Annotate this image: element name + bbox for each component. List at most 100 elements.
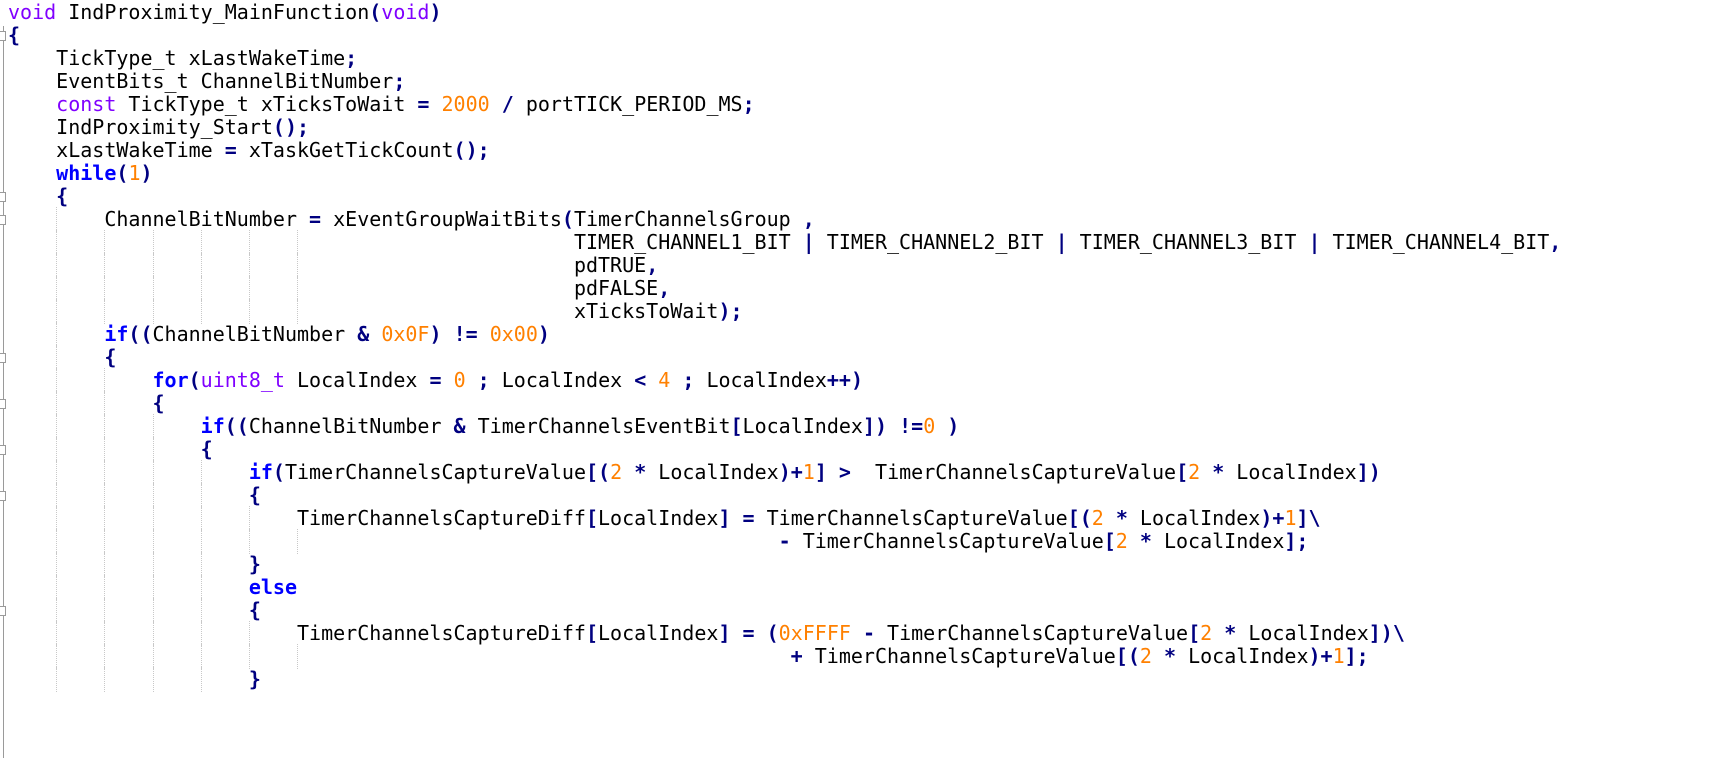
indent-guide [200, 529, 202, 554]
indent-guide [104, 437, 106, 462]
indent-guide [56, 667, 58, 692]
code-token: TickType_t xTicksToWait [116, 92, 418, 116]
code-token: TimerChannelsCaptureValue [284, 460, 586, 484]
code-token: , [658, 276, 671, 300]
fold-marker-icon[interactable] [0, 215, 6, 225]
indent-guide [56, 368, 58, 393]
code-token: { [152, 391, 165, 415]
code-token: 0x00 [489, 322, 538, 346]
code-line[interactable]: { [8, 598, 261, 623]
code-line[interactable]: ChannelBitNumber = xEventGroupWaitBits(T… [8, 207, 815, 232]
code-line[interactable]: if((ChannelBitNumber & TimerChannelsEven… [8, 414, 959, 439]
code-line[interactable]: xTicksToWait); [8, 299, 743, 324]
code-line[interactable]: TickType_t xLastWakeTime; [8, 46, 357, 71]
code-token: if [104, 322, 129, 346]
code-line[interactable]: } [8, 552, 261, 577]
indent-guide [104, 299, 106, 324]
code-line[interactable]: { [8, 483, 261, 508]
code-token: { [8, 23, 21, 47]
indent-guide [56, 207, 58, 232]
code-editor[interactable]: void IndProximity_MainFunction(void){ Ti… [0, 0, 1713, 758]
code-token: LocalIndex [1224, 460, 1357, 484]
code-token: [( [586, 460, 611, 484]
code-token: ; [393, 69, 406, 93]
code-token: [ [1103, 529, 1116, 553]
code-line[interactable]: TIMER_CHANNEL1_BIT | TIMER_CHANNEL2_BIT … [8, 230, 1561, 255]
code-token: const [56, 92, 117, 116]
code-token: TimerChannelsCaptureDiff [296, 506, 586, 530]
code-line[interactable]: for(uint8_t LocalIndex = 0 ; LocalIndex … [8, 368, 863, 393]
code-line[interactable]: + TimerChannelsCaptureValue[(2 * LocalIn… [8, 644, 1369, 669]
code-line[interactable]: if(TimerChannelsCaptureValue[(2 * LocalI… [8, 460, 1381, 485]
indent-guide [104, 529, 106, 554]
indent-guide [152, 598, 154, 623]
code-token: ]; [1284, 529, 1309, 553]
code-line[interactable]: { [8, 184, 68, 209]
indent-guide [200, 460, 202, 485]
indent-guide [56, 299, 58, 324]
indent-guide [152, 253, 154, 278]
code-line[interactable]: EventBits_t ChannelBitNumber; [8, 69, 405, 94]
indent-guide [200, 552, 202, 577]
code-line[interactable]: void IndProximity_MainFunction(void) [8, 0, 442, 25]
indent-guide [200, 667, 202, 692]
code-line[interactable]: while(1) [8, 161, 152, 186]
code-line[interactable]: xLastWakeTime = xTaskGetTickCount(); [8, 138, 490, 163]
code-token: * [1163, 644, 1177, 668]
indent-guide [248, 230, 250, 255]
indent-guide [56, 230, 58, 255]
code-token: TIMER_CHANNEL2_BIT [814, 230, 1056, 254]
indent-guide [104, 621, 106, 646]
fold-marker-icon[interactable] [0, 606, 6, 616]
code-line[interactable]: IndProximity_Start(); [8, 115, 309, 140]
fold-marker-icon[interactable] [0, 445, 6, 455]
fold-marker-icon[interactable] [0, 491, 6, 501]
indent-guide [297, 529, 298, 554]
code-token: )+ [1308, 644, 1333, 668]
code-token: TickType_t xLastWakeTime [56, 46, 346, 70]
code-line[interactable]: else [8, 575, 297, 600]
fold-marker-icon[interactable] [0, 31, 6, 41]
code-token: ( [369, 0, 382, 24]
code-line[interactable]: { [8, 391, 165, 416]
code-line[interactable]: { [8, 345, 116, 370]
code-token: & [357, 322, 370, 346]
code-line[interactable]: pdFALSE, [8, 276, 670, 301]
code-token: if [200, 414, 225, 438]
code-line[interactable]: TimerChannelsCaptureDiff[LocalIndex] = T… [8, 506, 1321, 531]
fold-marker-icon[interactable] [0, 353, 6, 363]
code-token: * [634, 460, 647, 484]
code-line[interactable]: } [8, 667, 261, 692]
code-line[interactable]: if((ChannelBitNumber & 0x0F) != 0x00) [8, 322, 550, 347]
code-token: 2 [610, 460, 623, 484]
indent-guide [297, 253, 298, 278]
indent-guide [56, 414, 58, 439]
code-token: 0xFFFF [778, 621, 851, 645]
code-token: [ [1176, 460, 1189, 484]
code-token: ) [947, 414, 960, 438]
code-token: ]\ [1296, 506, 1321, 530]
code-token: TIMER_CHANNEL1_BIT [573, 230, 803, 254]
code-line[interactable]: pdTRUE, [8, 253, 658, 278]
code-line[interactable]: const TickType_t xTicksToWait = 2000 / p… [8, 92, 754, 117]
code-line[interactable]: { [8, 437, 213, 462]
fold-marker-icon[interactable] [0, 399, 6, 409]
code-token: ( [561, 207, 574, 231]
code-line[interactable]: { [8, 23, 20, 48]
code-line[interactable]: - TimerChannelsCaptureValue[2 * LocalInd… [8, 529, 1308, 554]
code-token: { [200, 437, 213, 461]
code-token: { [56, 184, 69, 208]
code-token: ) [429, 322, 442, 346]
fold-marker-icon[interactable] [0, 192, 6, 202]
code-token: TimerChannelsCaptureValue [790, 529, 1104, 553]
code-line[interactable]: TimerChannelsCaptureDiff[LocalIndex] = (… [8, 621, 1405, 646]
